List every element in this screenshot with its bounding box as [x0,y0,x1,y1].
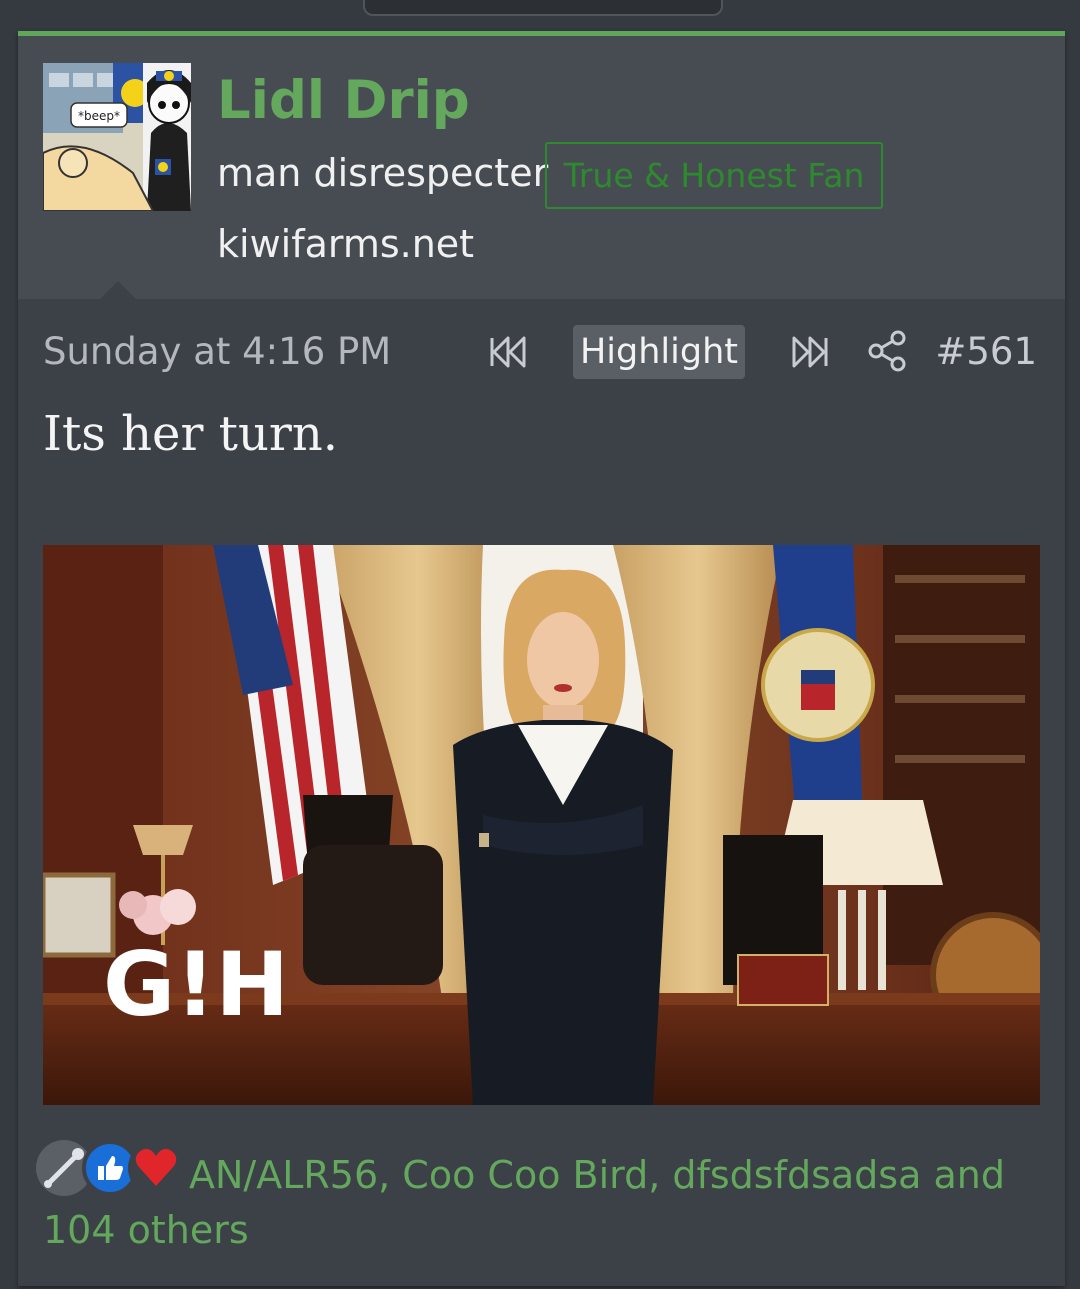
post-date[interactable]: Sunday at 4:16 PM [43,330,391,373]
previous-post-icon[interactable] [488,334,532,370]
reaction-summary[interactable]: AN/ALR56, Coo Coo Bird, dfsdsfdsadsa and… [43,1148,1043,1258]
avatar[interactable]: *beep* [43,63,191,211]
header-caret [100,281,136,299]
highlight-button[interactable]: Highlight [573,325,745,379]
post-number[interactable]: #561 [935,330,1037,373]
user-banner: True & Honest Fan [545,142,883,209]
user-title: man disrespecter [217,151,549,195]
next-post-icon[interactable] [786,334,830,370]
top-tab [363,0,723,16]
post-card: *beep* Lidl Drip man disrespecter True &… [18,31,1065,1286]
post-image[interactable]: G!H [43,545,1040,1105]
image-watermark: G!H [103,933,289,1036]
post-body-text: Its her turn. [43,406,338,462]
avatar-caption: *beep* [78,109,120,123]
user-site: kiwifarms.net [217,222,475,266]
user-header: *beep* Lidl Drip man disrespecter True &… [18,36,1065,299]
share-icon[interactable] [868,330,908,372]
username[interactable]: Lidl Drip [217,70,470,131]
